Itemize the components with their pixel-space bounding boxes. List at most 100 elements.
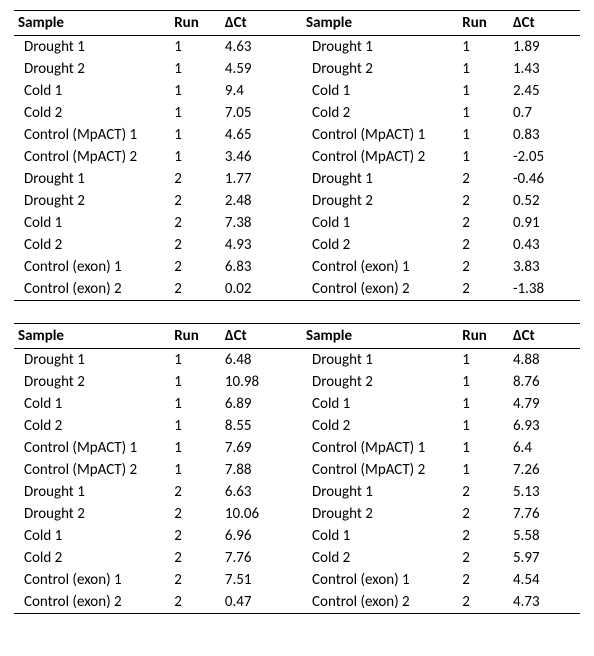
cell-gap bbox=[292, 234, 302, 256]
cell-gap bbox=[292, 212, 302, 234]
cell-run-right: 2 bbox=[458, 256, 509, 278]
cell-dct-right: -2.05 bbox=[509, 146, 580, 168]
col-sample-right: Sample bbox=[302, 324, 458, 349]
cell-dct-left: 4.65 bbox=[221, 124, 292, 146]
cell-gap bbox=[292, 371, 302, 393]
cell-sample-left: Cold 1 bbox=[14, 525, 170, 547]
cell-run-right: 1 bbox=[458, 393, 509, 415]
cell-sample-right: Drought 1 bbox=[302, 36, 458, 59]
cell-gap bbox=[292, 190, 302, 212]
cell-run-right: 1 bbox=[458, 80, 509, 102]
table-row: Drought 2210.06Drought 227.76 bbox=[14, 503, 580, 525]
cell-dct-left: 7.05 bbox=[221, 102, 292, 124]
cell-sample-left: Cold 1 bbox=[14, 393, 170, 415]
table-row: Cold 227.76Cold 225.97 bbox=[14, 547, 580, 569]
cell-sample-right: Drought 2 bbox=[302, 371, 458, 393]
cell-sample-left: Control (exon) 1 bbox=[14, 256, 170, 278]
cell-run-left: 1 bbox=[170, 349, 221, 372]
col-run-left: Run bbox=[170, 324, 221, 349]
cell-dct-left: 4.59 bbox=[221, 58, 292, 80]
cell-run-right: 2 bbox=[458, 569, 509, 591]
cell-sample-right: Control (exon) 1 bbox=[302, 569, 458, 591]
cell-run-right: 2 bbox=[458, 591, 509, 614]
cell-dct-left: 0.02 bbox=[221, 278, 292, 301]
table-row: Cold 217.05Cold 210.7 bbox=[14, 102, 580, 124]
table-row: Drought 222.48Drought 220.52 bbox=[14, 190, 580, 212]
cell-gap bbox=[292, 256, 302, 278]
cell-dct-left: 10.06 bbox=[221, 503, 292, 525]
cell-dct-left: 6.89 bbox=[221, 393, 292, 415]
table-row: Control (exon) 126.83Control (exon) 123.… bbox=[14, 256, 580, 278]
cell-dct-left: 7.51 bbox=[221, 569, 292, 591]
cell-sample-left: Drought 2 bbox=[14, 58, 170, 80]
cell-run-left: 1 bbox=[170, 146, 221, 168]
cell-gap bbox=[292, 437, 302, 459]
cell-sample-left: Drought 2 bbox=[14, 190, 170, 212]
table-row: Control (exon) 127.51Control (exon) 124.… bbox=[14, 569, 580, 591]
cell-run-right: 2 bbox=[458, 190, 509, 212]
cell-dct-right: 1.43 bbox=[509, 58, 580, 80]
page: Sample Run ΔCt Sample Run ΔCt Drought 11… bbox=[0, 0, 594, 656]
cell-sample-right: Cold 1 bbox=[302, 525, 458, 547]
cell-run-right: 1 bbox=[458, 146, 509, 168]
table-row: Cold 119.4Cold 112.45 bbox=[14, 80, 580, 102]
cell-run-left: 2 bbox=[170, 547, 221, 569]
cell-dct-right: 7.26 bbox=[509, 459, 580, 481]
cell-sample-right: Control (MpACT) 2 bbox=[302, 459, 458, 481]
cell-sample-right: Cold 2 bbox=[302, 102, 458, 124]
cell-dct-left: 7.38 bbox=[221, 212, 292, 234]
cell-sample-right: Control (MpACT) 1 bbox=[302, 437, 458, 459]
cell-gap bbox=[292, 393, 302, 415]
cell-sample-left: Control (exon) 2 bbox=[14, 278, 170, 301]
cell-run-left: 2 bbox=[170, 525, 221, 547]
cell-sample-left: Drought 1 bbox=[14, 349, 170, 372]
header-row: Sample Run ΔCt Sample Run ΔCt bbox=[14, 324, 580, 349]
data-table-1: Sample Run ΔCt Sample Run ΔCt Drought 11… bbox=[14, 10, 580, 301]
cell-sample-left: Cold 2 bbox=[14, 234, 170, 256]
cell-run-right: 1 bbox=[458, 36, 509, 59]
cell-dct-left: 6.83 bbox=[221, 256, 292, 278]
cell-sample-left: Control (exon) 2 bbox=[14, 591, 170, 614]
cell-run-right: 2 bbox=[458, 278, 509, 301]
cell-run-left: 2 bbox=[170, 190, 221, 212]
cell-gap bbox=[292, 591, 302, 614]
cell-run-right: 2 bbox=[458, 168, 509, 190]
cell-dct-right: 6.4 bbox=[509, 437, 580, 459]
cell-sample-left: Drought 1 bbox=[14, 481, 170, 503]
cell-sample-left: Control (MpACT) 2 bbox=[14, 459, 170, 481]
table-row: Cold 126.96Cold 125.58 bbox=[14, 525, 580, 547]
cell-dct-right: 6.93 bbox=[509, 415, 580, 437]
col-dct-left: ΔCt bbox=[221, 11, 292, 36]
cell-sample-right: Drought 2 bbox=[302, 503, 458, 525]
cell-dct-right: 5.58 bbox=[509, 525, 580, 547]
cell-sample-right: Control (exon) 1 bbox=[302, 256, 458, 278]
cell-dct-right: 0.52 bbox=[509, 190, 580, 212]
cell-sample-left: Cold 2 bbox=[14, 102, 170, 124]
cell-gap bbox=[292, 36, 302, 59]
cell-dct-left: 6.96 bbox=[221, 525, 292, 547]
cell-run-right: 2 bbox=[458, 503, 509, 525]
cell-dct-right: 2.45 bbox=[509, 80, 580, 102]
cell-dct-right: 4.79 bbox=[509, 393, 580, 415]
cell-run-left: 1 bbox=[170, 371, 221, 393]
cell-dct-right: 0.43 bbox=[509, 234, 580, 256]
table-row: Control (MpACT) 114.65Control (MpACT) 11… bbox=[14, 124, 580, 146]
cell-sample-right: Cold 2 bbox=[302, 547, 458, 569]
cell-sample-right: Drought 2 bbox=[302, 190, 458, 212]
cell-sample-left: Control (MpACT) 1 bbox=[14, 124, 170, 146]
cell-run-right: 2 bbox=[458, 234, 509, 256]
cell-gap bbox=[292, 278, 302, 301]
cell-dct-right: 0.7 bbox=[509, 102, 580, 124]
cell-sample-left: Cold 1 bbox=[14, 80, 170, 102]
cell-dct-right: 0.83 bbox=[509, 124, 580, 146]
cell-dct-left: 1.77 bbox=[221, 168, 292, 190]
cell-sample-right: Cold 1 bbox=[302, 212, 458, 234]
cell-sample-left: Drought 1 bbox=[14, 36, 170, 59]
cell-sample-left: Control (MpACT) 1 bbox=[14, 437, 170, 459]
cell-sample-right: Drought 1 bbox=[302, 481, 458, 503]
cell-run-left: 1 bbox=[170, 437, 221, 459]
cell-sample-right: Control (MpACT) 1 bbox=[302, 124, 458, 146]
col-sample-left: Sample bbox=[14, 324, 170, 349]
cell-sample-right: Drought 2 bbox=[302, 58, 458, 80]
cell-gap bbox=[292, 124, 302, 146]
